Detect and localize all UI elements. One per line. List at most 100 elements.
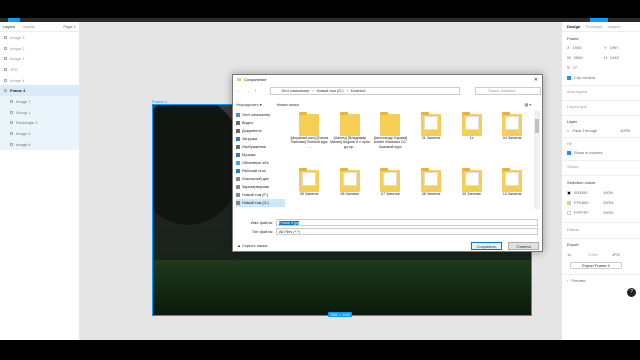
- color-hex[interactable]: 000000: [574, 190, 600, 195]
- scrollbar[interactable]: [534, 111, 540, 209]
- layer-item[interactable]: Image 2: [0, 43, 79, 54]
- tab-assets[interactable]: Assets: [23, 24, 35, 29]
- search-input[interactable]: Поиск: Downlod: [475, 87, 541, 95]
- layer-item[interactable]: JPG: [0, 64, 79, 75]
- file-grid-item[interactable]: 06 Занятие: [330, 167, 371, 209]
- file-grid-item[interactable]: [Udemy] [Владимир Минин] Angular 6 с нул…: [330, 111, 371, 167]
- blend-mode-select[interactable]: ◐ Pass Through: [567, 128, 597, 133]
- layer-item[interactable]: Rectangle 1: [0, 117, 79, 129]
- folder-icon: [421, 168, 442, 192]
- back-arrow-icon[interactable]: ←: [236, 88, 241, 94]
- nav-tree-label: Этот компьютер: [242, 113, 271, 117]
- filename-input[interactable]: Frame 4.jpg: [276, 219, 538, 226]
- tab-design[interactable]: Design: [567, 24, 580, 29]
- y-field[interactable]: Y 1997: [604, 45, 619, 50]
- stroke-section[interactable]: Stroke: [567, 164, 579, 169]
- file-grid-item[interactable]: 09 Занятие: [451, 167, 492, 209]
- help-button[interactable]: ?: [627, 288, 636, 297]
- layer-item[interactable]: Group 1: [0, 106, 79, 118]
- cancel-button[interactable]: Отмена: [508, 242, 539, 250]
- rotation-field[interactable]: ↻ 0°: [567, 65, 577, 70]
- clip-content-checkbox[interactable]: Clip content: [567, 75, 595, 80]
- color-opacity[interactable]: 100%: [603, 210, 613, 215]
- close-icon[interactable]: ✕: [534, 77, 538, 83]
- effects-section[interactable]: Effects: [567, 227, 579, 232]
- scrollbar-thumb[interactable]: [535, 119, 539, 133]
- nav-tree-item[interactable]: Объемные объ: [236, 159, 285, 167]
- nav-tree-item[interactable]: Изображения: [236, 143, 285, 151]
- save-button[interactable]: Сохранить: [471, 242, 502, 250]
- file-grid-item[interactable]: 01 Занятие: [411, 111, 452, 167]
- view-options-icon[interactable]: ▦ ▾: [524, 102, 531, 107]
- color-opacity[interactable]: 100%: [603, 200, 613, 205]
- file-grid-item[interactable]: 05 Занятие: [289, 167, 330, 209]
- opacity-field[interactable]: 100%: [620, 128, 630, 133]
- file-grid-label: 07 Занятие: [381, 192, 400, 196]
- nav-tree-item[interactable]: Рабочий стол: [236, 167, 285, 175]
- address-bar[interactable]: Этот компьютер › Новый том (G:) › Downlod: [270, 87, 460, 95]
- color-swatch[interactable]: [567, 190, 571, 195]
- nav-tree-item[interactable]: Зарезервирова: [236, 183, 285, 191]
- location-icon: [236, 185, 240, 189]
- file-grid-item[interactable]: 08 Занятие: [411, 167, 452, 209]
- breadcrumb-folder[interactable]: Downlod: [351, 89, 366, 93]
- layer-item[interactable]: Image 5: [0, 128, 79, 139]
- up-arrow-icon[interactable]: ↑: [254, 88, 257, 94]
- tab-prototype[interactable]: Prototype: [585, 24, 602, 29]
- new-folder-button[interactable]: Новая папка: [277, 103, 299, 107]
- preview-toggle[interactable]: › Preview: [567, 278, 586, 283]
- width-field[interactable]: W 2560: [567, 55, 583, 60]
- file-grid-item[interactable]: [divyablad.com] [Елена Панкова] Полный к…: [289, 111, 330, 167]
- breadcrumb-computer[interactable]: Этот компьютер: [281, 89, 309, 93]
- auto-layout-section[interactable]: Auto layout: [567, 89, 587, 94]
- filetype-select[interactable]: All Files (*.*): [276, 228, 538, 235]
- height-field[interactable]: H 1440: [604, 55, 619, 60]
- file-grid-item[interactable]: 04 Занятие: [492, 111, 533, 167]
- page-selector[interactable]: Page 1: [63, 24, 76, 29]
- nav-tree-item[interactable]: Локальный дис: [236, 175, 285, 183]
- file-grid-item[interactable]: 10 Занятие: [492, 167, 533, 209]
- color-opacity[interactable]: 100%: [603, 190, 613, 195]
- tab-inspect[interactable]: Inspect: [607, 24, 620, 29]
- hide-folders-toggle[interactable]: ▲ Скрыть папки: [237, 243, 267, 248]
- layer-item[interactable]: Frame 4: [0, 85, 79, 97]
- frame-section-title[interactable]: Frame: [567, 36, 579, 41]
- export-section[interactable]: Export: [567, 242, 579, 247]
- layer-item[interactable]: Image 4: [0, 75, 79, 86]
- export-scale[interactable]: 1x: [567, 252, 571, 257]
- nav-tree-item[interactable]: Документы: [236, 127, 285, 135]
- export-format[interactable]: JPG: [612, 252, 620, 257]
- layer-section[interactable]: Layer: [567, 119, 577, 124]
- layer-item[interactable]: Image 3: [0, 32, 79, 43]
- selection-color-row[interactable]: FFFFFF 100%: [567, 210, 613, 215]
- nav-tree-item[interactable]: Новый том (F:): [236, 191, 285, 199]
- fill-section[interactable]: Fill: [567, 141, 572, 146]
- forward-arrow-icon[interactable]: →: [245, 88, 250, 94]
- nav-tree-item[interactable]: Видео: [236, 119, 285, 127]
- export-button[interactable]: Export Frame 4: [570, 262, 622, 269]
- right-tabs: Design Prototype Inspect: [562, 22, 640, 32]
- file-grid-item[interactable]: 1с: [451, 111, 492, 167]
- nav-tree-item[interactable]: Музыка: [236, 151, 285, 159]
- layer-item[interactable]: Image 1: [0, 53, 79, 64]
- show-in-exports-checkbox[interactable]: Show in exports: [567, 150, 602, 155]
- color-swatch[interactable]: [567, 200, 571, 205]
- layout-grid-section[interactable]: Layout grid: [567, 104, 587, 109]
- layer-item[interactable]: Image 6: [0, 138, 79, 150]
- selection-color-row[interactable]: FFD800 100%: [567, 200, 613, 205]
- file-grid-item[interactable]: [Александр Сараев] Adobe Illustrator CC.…: [370, 111, 411, 167]
- file-grid-item[interactable]: 07 Занятие: [370, 167, 411, 209]
- color-hex[interactable]: FFFFFF: [574, 210, 600, 215]
- color-hex[interactable]: FFD800: [574, 200, 600, 205]
- breadcrumb-drive[interactable]: Новый том (G:): [317, 89, 344, 93]
- nav-tree-item[interactable]: Новый том (G:): [236, 199, 285, 207]
- nav-tree-item[interactable]: Этот компьютер: [236, 111, 285, 119]
- color-swatch[interactable]: [567, 210, 571, 215]
- tab-layers[interactable]: Layers: [3, 24, 15, 29]
- x-field[interactable]: X 1946: [567, 45, 582, 50]
- export-suffix[interactable]: Suffix: [588, 252, 598, 257]
- organize-menu[interactable]: Упорядочить ▾: [236, 102, 262, 107]
- selection-color-row[interactable]: 000000 100%: [567, 190, 613, 195]
- layer-item[interactable]: Image 7: [0, 96, 79, 107]
- nav-tree-item[interactable]: Загрузки: [236, 135, 285, 143]
